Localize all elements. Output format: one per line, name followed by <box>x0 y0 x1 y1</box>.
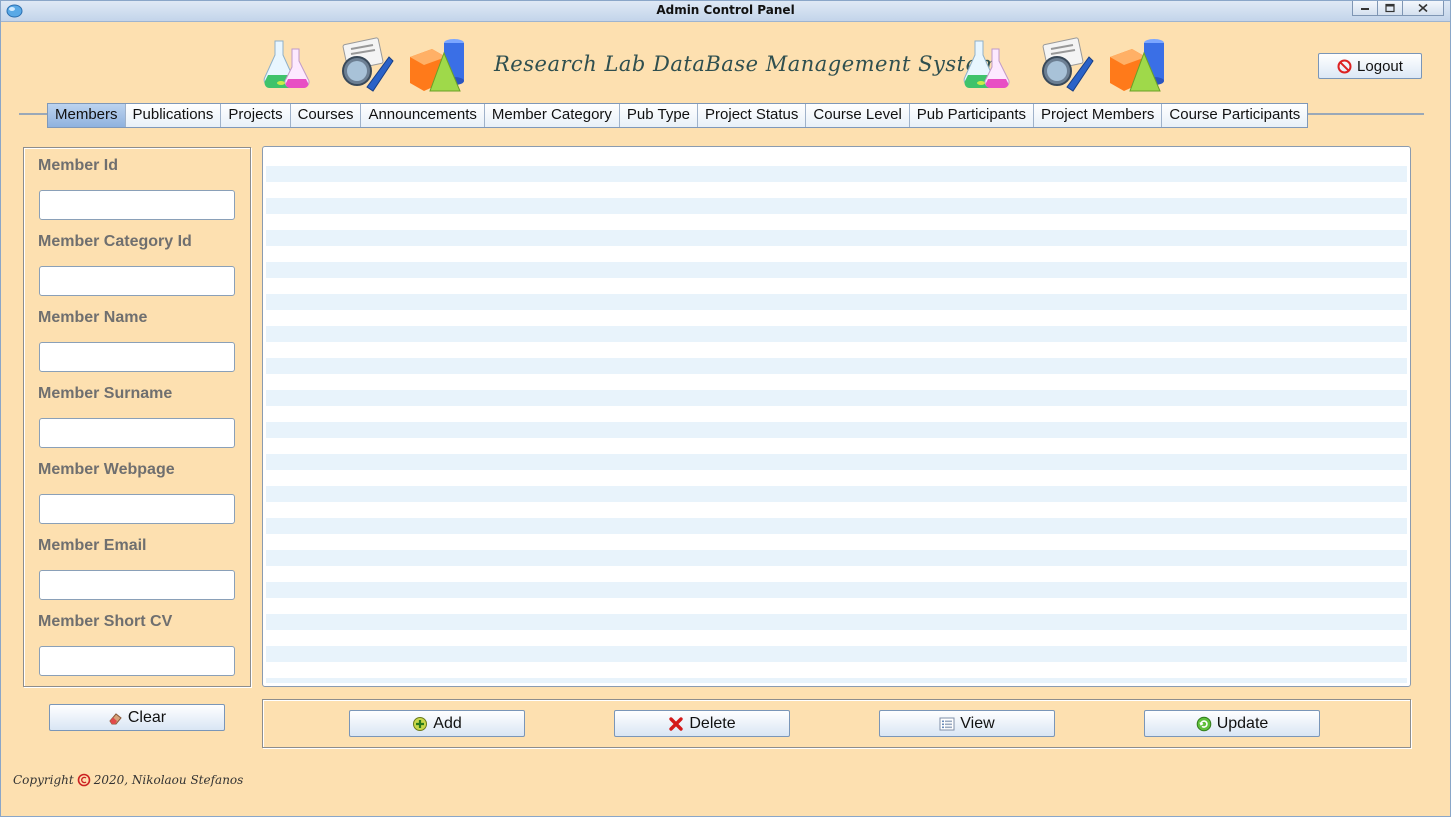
flasks-icon <box>259 35 321 97</box>
add-button[interactable]: Add <box>349 710 525 737</box>
member-webpage-label: Member Webpage <box>38 461 175 478</box>
member-id-label: Member Id <box>38 157 119 174</box>
member-form: Member Id Member Category Id Member Name… <box>23 147 251 687</box>
view-label: View <box>960 714 995 732</box>
member-name-input[interactable] <box>39 342 235 372</box>
maximize-button[interactable] <box>1377 1 1403 16</box>
shapes-icon <box>406 35 468 97</box>
tab-members[interactable]: Members <box>48 104 126 127</box>
delete-icon <box>669 716 684 731</box>
delete-button[interactable]: Delete <box>614 710 790 737</box>
clear-button[interactable]: Clear <box>49 704 225 731</box>
member-short-cv-input[interactable] <box>39 646 235 676</box>
add-icon <box>413 716 428 731</box>
members-table[interactable] <box>262 146 1411 687</box>
minimize-button[interactable] <box>1352 1 1378 16</box>
copyright-icon <box>77 773 90 787</box>
copyright-footer: Copyright 2020, Nikolaou Stefanos <box>13 773 243 787</box>
member-webpage-input[interactable] <box>39 494 235 524</box>
tab-projects[interactable]: Projects <box>221 104 291 127</box>
tab-project-status[interactable]: Project Status <box>698 104 807 127</box>
magnifier-pen-icon <box>333 35 395 97</box>
logout-label: Logout <box>1357 57 1403 75</box>
member-email-label: Member Email <box>38 537 147 554</box>
copyright-text: 2020, Nikolaou Stefanos <box>93 773 244 787</box>
restore-icon <box>1385 3 1395 13</box>
delete-label: Delete <box>689 714 736 732</box>
magnifier-pen-icon <box>1033 35 1095 97</box>
eraser-icon <box>109 712 122 724</box>
tab-publications[interactable]: Publications <box>125 104 222 127</box>
title-bar: Admin Control Panel <box>1 1 1450 22</box>
member-surname-input[interactable] <box>39 418 235 448</box>
window-controls <box>1352 1 1444 16</box>
action-bar: Add Delete View Update <box>262 699 1411 748</box>
app-heading: Research Lab DataBase Management System <box>494 52 999 76</box>
shapes-icon <box>1106 35 1168 97</box>
tab-pub-participants[interactable]: Pub Participants <box>909 104 1035 127</box>
tab-bar: Members Publications Projects Courses An… <box>47 103 1309 128</box>
tab-course-participants[interactable]: Course Participants <box>1162 104 1308 127</box>
member-short-cv-label: Member Short CV <box>38 613 173 630</box>
tab-course-level[interactable]: Course Level <box>806 104 910 127</box>
member-id-input[interactable] <box>39 190 235 220</box>
update-icon <box>1196 716 1212 731</box>
member-category-id-input[interactable] <box>39 266 235 296</box>
tab-member-category[interactable]: Member Category <box>484 104 620 127</box>
view-button[interactable]: View <box>879 710 1055 737</box>
member-surname-label: Member Surname <box>38 385 173 402</box>
view-icon <box>939 717 955 730</box>
window-title: Admin Control Panel <box>656 3 795 17</box>
update-button[interactable]: Update <box>1144 710 1320 737</box>
member-email-input[interactable] <box>39 570 235 600</box>
minimize-icon <box>1361 8 1369 10</box>
member-name-label: Member Name <box>38 309 148 326</box>
add-label: Add <box>433 714 462 732</box>
tab-announcements[interactable]: Announcements <box>361 104 485 127</box>
no-entry-icon <box>1337 59 1352 73</box>
member-category-id-label: Member Category Id <box>38 233 192 250</box>
tab-courses[interactable]: Courses <box>290 104 362 127</box>
close-button[interactable] <box>1402 1 1444 16</box>
copyright-word: Copyright <box>13 773 74 787</box>
update-label: Update <box>1216 714 1269 732</box>
clear-label: Clear <box>127 708 167 726</box>
table-rows <box>266 150 1407 683</box>
close-icon <box>1418 3 1428 13</box>
main-window: Admin Control Panel Research Lab DataBas… <box>0 0 1451 817</box>
logout-button[interactable]: Logout <box>1318 53 1422 79</box>
flasks-icon <box>959 35 1021 97</box>
tab-pub-type[interactable]: Pub Type <box>619 104 699 127</box>
tab-project-members[interactable]: Project Members <box>1034 104 1163 127</box>
